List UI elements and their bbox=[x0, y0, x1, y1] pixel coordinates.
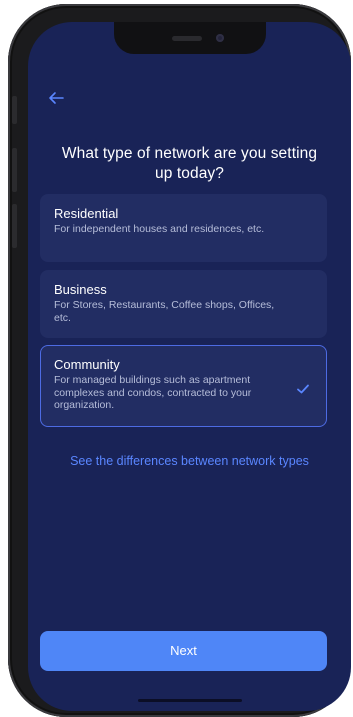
option-description: For independent houses and residences, e… bbox=[54, 223, 265, 235]
network-differences-link[interactable]: See the differences between network type… bbox=[68, 453, 311, 469]
phone-frame: What type of network are you setting up … bbox=[8, 4, 351, 717]
side-button-volume-down bbox=[12, 204, 17, 248]
checkmark-icon bbox=[296, 382, 310, 394]
front-camera bbox=[216, 34, 224, 42]
app-screen: What type of network are you setting up … bbox=[28, 22, 351, 711]
side-button-volume-up bbox=[12, 148, 17, 192]
notch bbox=[114, 22, 266, 54]
speaker-grille bbox=[172, 36, 202, 41]
option-business[interactable]: Business For Stores, Restaurants, Coffee… bbox=[40, 270, 327, 338]
back-arrow-icon[interactable] bbox=[44, 86, 68, 110]
option-description: For managed buildings such as apartment … bbox=[54, 374, 252, 411]
option-residential[interactable]: Residential For independent houses and r… bbox=[40, 194, 327, 262]
page-title: What type of network are you setting up … bbox=[61, 145, 318, 182]
option-community[interactable]: Community For managed buildings such as … bbox=[40, 345, 327, 427]
option-title: Business bbox=[54, 282, 107, 297]
side-button-mute bbox=[12, 96, 17, 124]
option-title: Community bbox=[54, 357, 120, 372]
home-indicator bbox=[138, 699, 242, 702]
next-button[interactable]: Next bbox=[40, 631, 327, 671]
option-description: For Stores, Restaurants, Coffee shops, O… bbox=[54, 299, 275, 324]
option-title: Residential bbox=[54, 206, 119, 221]
